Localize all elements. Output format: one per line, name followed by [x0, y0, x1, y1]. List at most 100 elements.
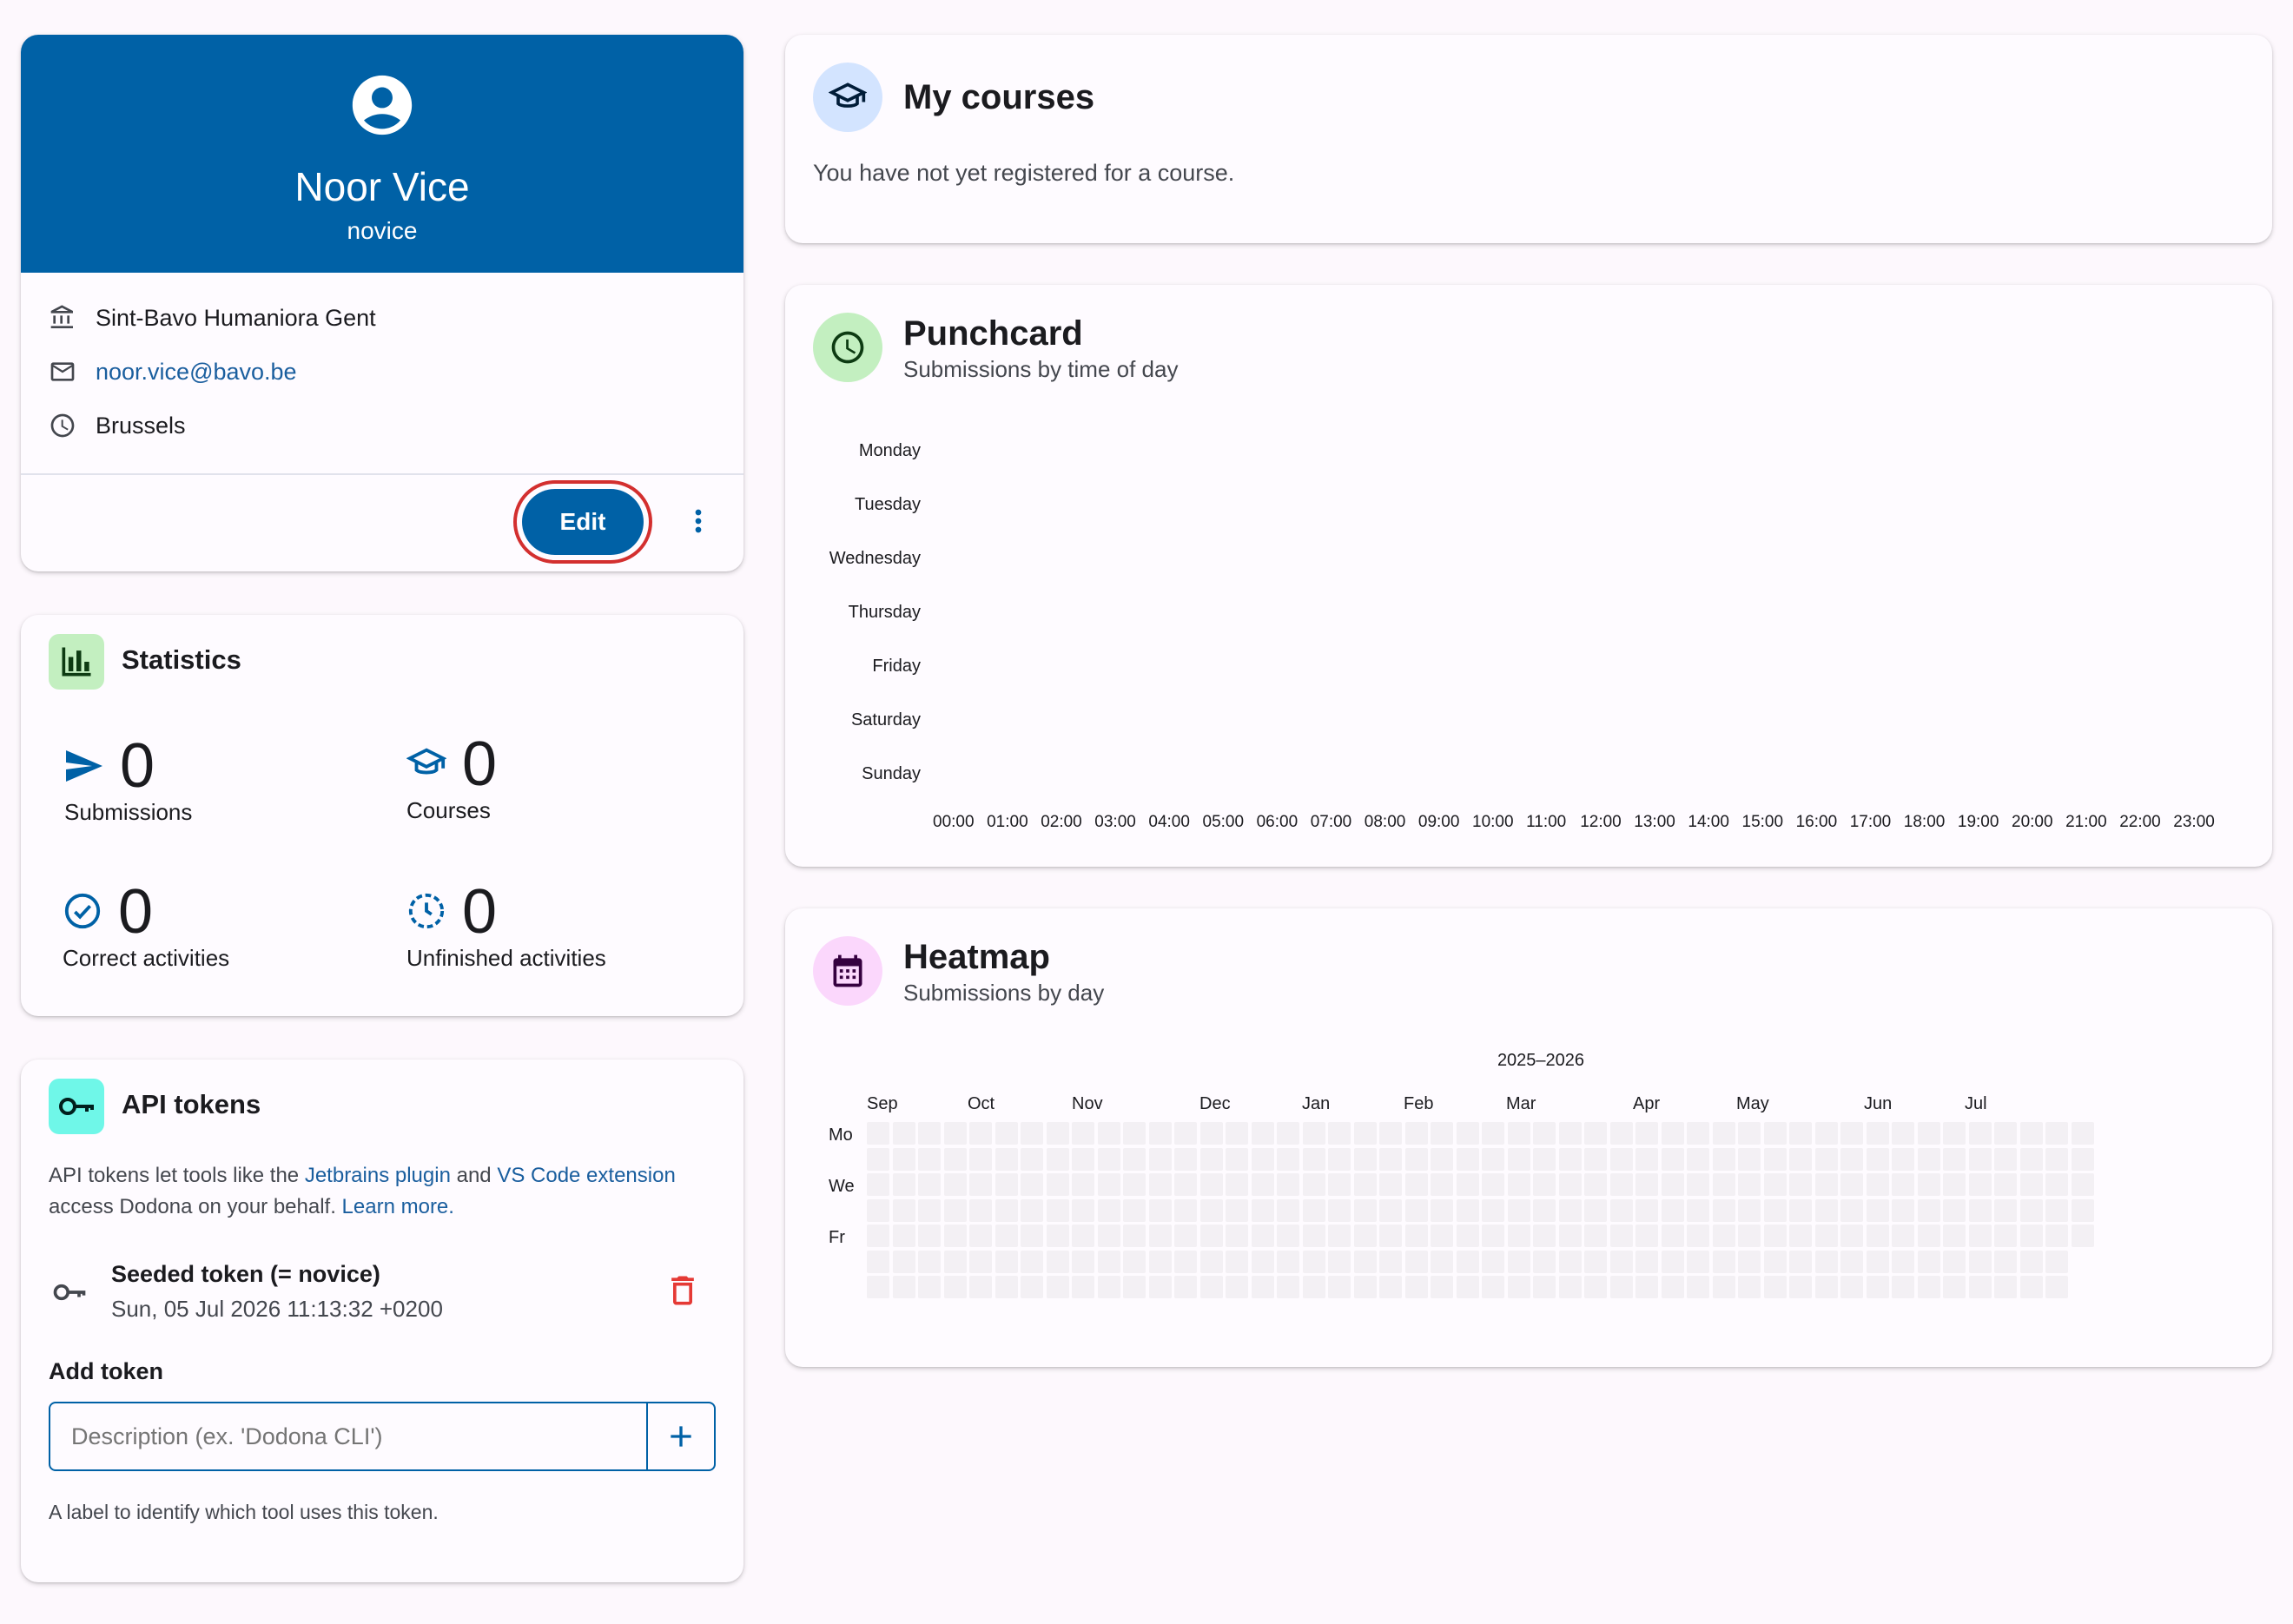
punchcard-day-label: Sunday — [862, 764, 921, 783]
heatmap-cell — [969, 1147, 992, 1171]
heatmap-cell — [1456, 1250, 1479, 1273]
heatmap-cell — [1635, 1225, 1658, 1247]
heatmap-cell — [1226, 1225, 1248, 1247]
heatmap-cell — [1404, 1198, 1428, 1222]
token-description-input[interactable] — [50, 1403, 641, 1469]
heatmap-cell — [1533, 1198, 1556, 1222]
punchcard-hour-label: 07:00 — [1310, 813, 1352, 831]
heatmap-cell — [1892, 1173, 1914, 1196]
heatmap-cell — [1431, 1225, 1453, 1247]
email-link[interactable]: noor.vice@bavo.be — [96, 359, 297, 386]
heatmap-cell — [1584, 1198, 1607, 1222]
punchcard-hour-label: 01:00 — [987, 813, 1028, 831]
punchcard-hour-label: 11:00 — [1526, 813, 1567, 831]
heatmap-cell — [1892, 1250, 1914, 1273]
heatmap-cell — [1404, 1173, 1428, 1196]
heatmap-cell — [2045, 1276, 2068, 1298]
heatmap-cell — [1533, 1276, 1556, 1298]
heatmap-cell — [1712, 1173, 1735, 1196]
punchcard-day-label: Tuesday — [855, 495, 921, 514]
heatmap-cell — [1789, 1250, 1812, 1273]
punchcard-subtitle: Submissions by time of day — [903, 356, 1179, 382]
heatmap-cell — [1328, 1250, 1351, 1273]
heatmap-cell — [1789, 1147, 1812, 1171]
jetbrains-link[interactable]: Jetbrains plugin — [305, 1164, 451, 1187]
token-hint: A label to identify which tool uses this… — [49, 1501, 439, 1523]
punchcard-hour-label: 13:00 — [1634, 813, 1675, 831]
punchcard-hour-label: 05:00 — [1202, 813, 1245, 831]
heatmap-cell — [1892, 1198, 1914, 1222]
heatmap-cell — [1994, 1276, 2017, 1298]
heatmap-cell — [1482, 1147, 1504, 1171]
heatmap-cell — [1174, 1225, 1197, 1247]
heatmap-month-label: Mar — [1506, 1094, 1536, 1113]
heatmap-cell — [1943, 1173, 1966, 1196]
heatmap-cell — [1866, 1173, 1889, 1196]
heatmap-cell — [1609, 1276, 1633, 1298]
institution-icon — [50, 305, 73, 328]
heatmap-grid: Sep Oct Nov Dec Jan Feb Mar Apr May Jun Jul Mo We Fr — [785, 908, 2272, 1367]
heatmap-cell — [1456, 1173, 1479, 1196]
check-circle-icon — [64, 893, 101, 929]
heatmap-cell — [892, 1276, 915, 1298]
heatmap-cell — [1661, 1147, 1684, 1171]
heatmap-cell — [1174, 1276, 1197, 1298]
vscode-link[interactable]: VS Code extension — [497, 1164, 675, 1187]
heatmap-cell — [1943, 1225, 1966, 1247]
heatmap-cell — [1174, 1147, 1197, 1171]
heatmap-cell — [1840, 1198, 1863, 1222]
heatmap-cell — [1763, 1225, 1787, 1247]
heatmap-cell — [1097, 1122, 1120, 1145]
heatmap-cell — [1943, 1250, 1966, 1273]
heatmap-cell — [1353, 1198, 1377, 1222]
heatmap-cell — [1482, 1198, 1504, 1222]
edit-button[interactable]: Edit — [522, 489, 644, 555]
heatmap-cell — [1328, 1173, 1351, 1196]
heatmap-cell — [1277, 1276, 1299, 1298]
punchcard-hour-label: 20:00 — [2012, 813, 2053, 831]
learn-more-link[interactable]: Learn more. — [342, 1195, 454, 1218]
courses-title: My courses — [903, 78, 1095, 116]
heatmap-cell — [1840, 1276, 1863, 1298]
unfinished-count: 0 — [462, 877, 498, 947]
heatmap-cell — [1507, 1250, 1530, 1273]
heatmap-cell — [2045, 1250, 2068, 1273]
heatmap-cell — [1199, 1173, 1223, 1196]
heatmap-month-label: Dec — [1199, 1094, 1231, 1113]
heatmap-month-label: Jun — [1864, 1094, 1893, 1113]
heatmap-cell — [1251, 1276, 1274, 1298]
heatmap-cell — [1507, 1122, 1530, 1145]
heatmap-cell — [1226, 1173, 1248, 1196]
heatmap-cell — [1302, 1122, 1325, 1145]
delete-icon[interactable] — [664, 1271, 702, 1310]
heatmap-cell — [1635, 1276, 1658, 1298]
heatmap-cell — [1199, 1147, 1223, 1171]
heatmap-cell — [1968, 1173, 1992, 1196]
heatmap-cell — [1558, 1198, 1582, 1222]
heatmap-cell — [892, 1122, 915, 1145]
heatmap-cell — [1174, 1250, 1197, 1273]
heatmap-cell — [1661, 1276, 1684, 1298]
token-name: Seeded token (= novice) — [111, 1261, 380, 1287]
add-icon[interactable] — [664, 1419, 698, 1454]
heatmap-cell — [1712, 1147, 1735, 1171]
heatmap-day-label: Mo — [829, 1126, 853, 1145]
heatmap-cell — [918, 1147, 941, 1171]
heatmap-cell — [892, 1198, 915, 1222]
heatmap-cell — [1431, 1198, 1453, 1222]
heatmap-cell — [1456, 1276, 1479, 1298]
more-vert-icon[interactable] — [681, 504, 716, 538]
heatmap-cell — [1431, 1122, 1453, 1145]
heatmap-cell — [1226, 1276, 1248, 1298]
heatmap-cell — [1814, 1173, 1838, 1196]
school-icon — [829, 83, 867, 108]
heatmap-cell — [1302, 1198, 1325, 1222]
heatmap-cell — [1635, 1173, 1658, 1196]
heatmap-cell — [1021, 1250, 1043, 1273]
token-input-group — [49, 1402, 716, 1471]
heatmap-cell — [1353, 1276, 1377, 1298]
heatmap-cell — [918, 1225, 941, 1247]
heatmap-cell — [1866, 1225, 1889, 1247]
heatmap-cell — [1174, 1173, 1197, 1196]
stats-icon-box — [49, 634, 104, 690]
